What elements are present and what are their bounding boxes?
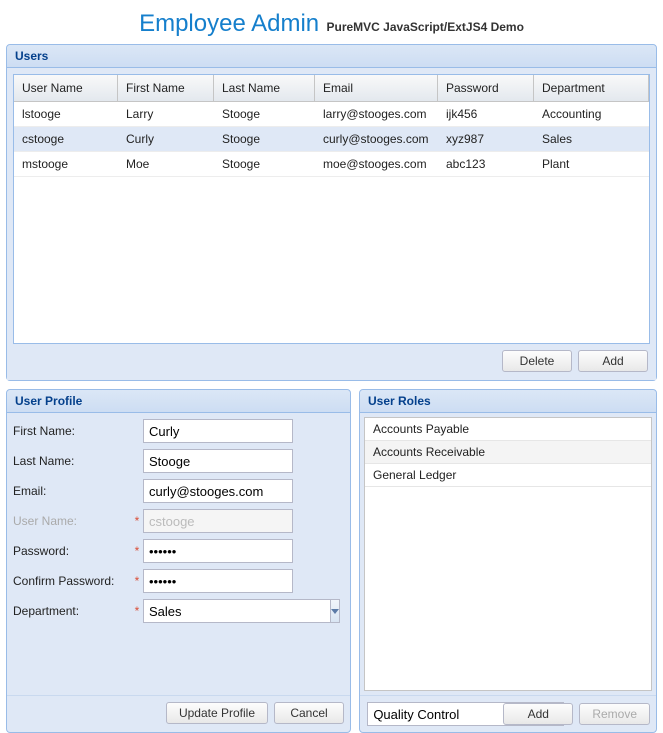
col-header-lastname[interactable]: Last Name: [214, 75, 315, 101]
col-header-username[interactable]: User Name: [14, 75, 118, 101]
col-header-firstname[interactable]: First Name: [118, 75, 214, 101]
last-name-field[interactable]: [143, 449, 293, 473]
cell-username: mstooge: [14, 152, 118, 176]
roles-panel-title: User Roles: [360, 390, 656, 413]
department-combo[interactable]: [143, 599, 330, 623]
cell-username: cstooge: [14, 127, 118, 151]
cell-password: abc123: [438, 152, 534, 176]
roles-list: Accounts PayableAccounts ReceivableGener…: [364, 417, 652, 691]
col-header-email[interactable]: Email: [315, 75, 438, 101]
add-user-button[interactable]: Add: [578, 350, 648, 372]
add-role-button[interactable]: Add: [503, 703, 573, 725]
col-header-password[interactable]: Password: [438, 75, 534, 101]
app-header: Employee Admin PureMVC JavaScript/ExtJS4…: [0, 0, 663, 44]
label-user-name: User Name:: [13, 514, 131, 528]
table-row[interactable]: cstoogeCurlyStoogecurly@stooges.comxyz98…: [14, 127, 649, 152]
role-item[interactable]: Accounts Payable: [365, 418, 651, 441]
cell-firstname: Moe: [118, 152, 214, 176]
users-grid: User Name First Name Last Name Email Pas…: [13, 74, 650, 344]
confirm-password-field[interactable]: [143, 569, 293, 593]
cell-email: larry@stooges.com: [315, 102, 438, 126]
password-field[interactable]: [143, 539, 293, 563]
app-title: Employee Admin: [139, 10, 319, 37]
app-subtitle: PureMVC JavaScript/ExtJS4 Demo: [327, 20, 524, 34]
label-last-name: Last Name:: [13, 454, 131, 468]
chevron-down-icon: [331, 609, 339, 614]
label-first-name: First Name:: [13, 424, 131, 438]
cell-firstname: Larry: [118, 102, 214, 126]
role-item[interactable]: Accounts Receivable: [365, 441, 651, 464]
profile-panel: User Profile First Name: Last Name: Emai…: [6, 389, 351, 733]
roles-panel: User Roles Accounts PayableAccounts Rece…: [359, 389, 657, 733]
cell-username: lstooge: [14, 102, 118, 126]
users-panel: Users User Name First Name Last Name Ema…: [6, 44, 657, 381]
label-email: Email:: [13, 484, 131, 498]
users-panel-title: Users: [7, 45, 656, 68]
cell-lastname: Stooge: [214, 102, 315, 126]
cell-department: Sales: [534, 127, 630, 151]
table-row[interactable]: mstoogeMoeStoogemoe@stooges.comabc123Pla…: [14, 152, 649, 177]
update-profile-button[interactable]: Update Profile: [166, 702, 268, 724]
cell-lastname: Stooge: [214, 152, 315, 176]
delete-user-button[interactable]: Delete: [502, 350, 572, 372]
cell-department: Accounting: [534, 102, 630, 126]
label-department: Department:: [13, 604, 131, 618]
cell-password: ijk456: [438, 102, 534, 126]
remove-role-button[interactable]: Remove: [579, 703, 650, 725]
role-item[interactable]: General Ledger: [365, 464, 651, 487]
col-header-department[interactable]: Department: [534, 75, 649, 101]
cell-firstname: Curly: [118, 127, 214, 151]
cell-lastname: Stooge: [214, 127, 315, 151]
table-row[interactable]: lstoogeLarryStoogelarry@stooges.comijk45…: [14, 102, 649, 127]
label-password: Password:: [13, 544, 131, 558]
cell-email: moe@stooges.com: [315, 152, 438, 176]
cancel-profile-button[interactable]: Cancel: [274, 702, 344, 724]
cell-email: curly@stooges.com: [315, 127, 438, 151]
first-name-field[interactable]: [143, 419, 293, 443]
cell-password: xyz987: [438, 127, 534, 151]
users-grid-header: User Name First Name Last Name Email Pas…: [14, 75, 649, 102]
user-name-field: [143, 509, 293, 533]
email-field[interactable]: [143, 479, 293, 503]
cell-department: Plant: [534, 152, 630, 176]
profile-panel-title: User Profile: [7, 390, 350, 413]
department-combo-trigger[interactable]: [330, 599, 340, 623]
label-confirm-password: Confirm Password:: [13, 574, 131, 588]
